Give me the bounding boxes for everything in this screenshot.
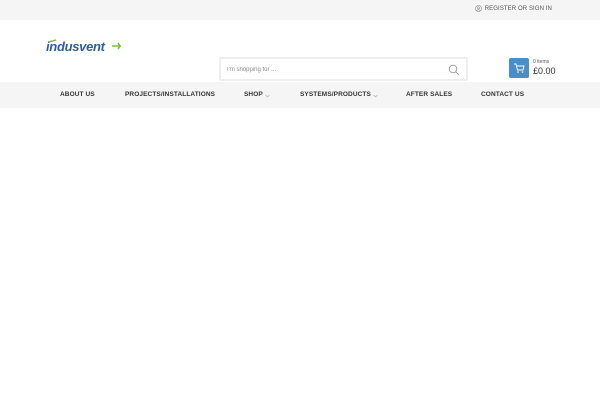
cart-total: £0.00 [533,66,556,76]
svg-text:indusvent: indusvent [46,39,106,54]
nav-item-contact-us[interactable]: CONTACT US [481,91,524,98]
cart-summary: 0 items £0.00 [533,59,556,77]
nav-item-label: CONTACT US [481,91,525,98]
mini-cart[interactable]: 0 items £0.00 [509,58,556,78]
nav-item-systems-products[interactable]: SYSTEMS/PRODUCTS [300,91,378,98]
nav-item-label: SYSTEMS/PRODUCTS [300,91,371,98]
top-bar: REGISTER OR SIGN IN [0,0,600,20]
nav-item-label: PROJECTS/INSTALLATIONS [125,91,216,98]
indusvent-logo[interactable]: indusvent [46,38,126,56]
user-icon [474,5,482,12]
cart-item-count: 0 items [533,59,550,65]
search-box [219,57,468,81]
register-sign-in-link[interactable]: REGISTER OR SIGN IN [474,5,552,12]
nav-item-shop[interactable]: SHOP [244,91,270,98]
cart-icon[interactable] [509,58,529,78]
nav-item-label: SHOP [244,91,263,98]
search-icon[interactable] [448,63,460,76]
nav-item-label: AFTER SALES [406,91,453,98]
chevron-down-icon [373,93,378,97]
header: indusvent 0 items £0.00 [0,20,600,82]
nav-item-label: ABOUT US [60,91,95,98]
main-nav: ABOUT US PROJECTS/INSTALLATIONS SHOP SYS… [0,82,600,108]
nav-item-projects-installations[interactable]: PROJECTS/INSTALLATIONS [125,91,215,98]
nav-item-about-us[interactable]: ABOUT US [60,91,95,98]
chevron-down-icon [265,93,270,97]
search-input[interactable] [227,63,427,76]
register-sign-in-label: REGISTER OR SIGN IN [484,5,552,12]
nav-item-after-sales[interactable]: AFTER SALES [406,91,452,98]
